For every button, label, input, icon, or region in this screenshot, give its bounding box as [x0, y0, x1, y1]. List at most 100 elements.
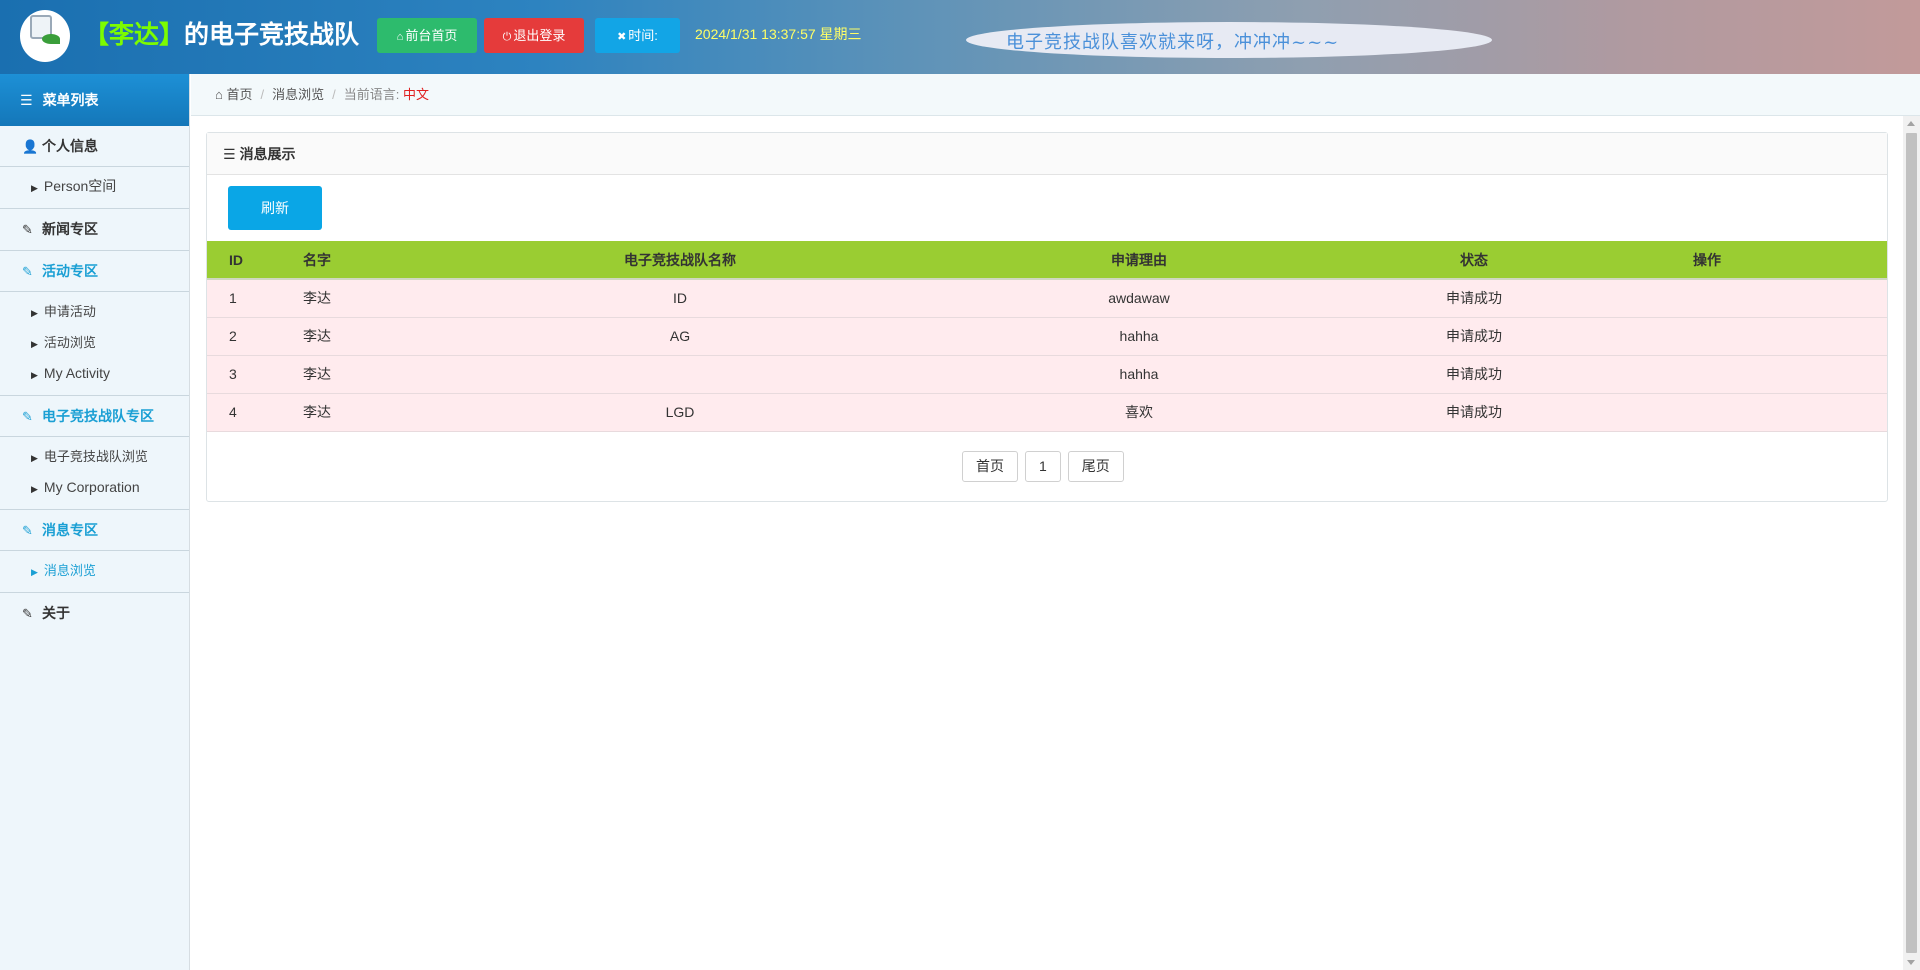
table-row: 3 李达 hahha 申请成功: [207, 355, 1887, 394]
sidebar-subitem-label: 电子竞技战队浏览: [43, 449, 148, 464]
title-bracket-open: 【: [84, 20, 110, 49]
breadcrumb-home[interactable]: ⌂ 首页: [215, 87, 253, 102]
cell-status: 申请成功: [1421, 355, 1527, 394]
caret-right-icon: ▶: [31, 567, 38, 577]
cell-team: LGD: [503, 393, 857, 432]
sidebar-subitem-label: My Activity: [43, 365, 111, 381]
sidebar-item-team[interactable]: ✎ 电子竞技战队专区: [0, 396, 189, 437]
sidebar-item-news[interactable]: ✎ 新闻专区: [0, 209, 189, 250]
pager-page-button[interactable]: 1: [1025, 451, 1061, 482]
sub-list: ▶ 电子竞技战队浏览 ▶ My Corporation: [0, 437, 189, 509]
cell-name: 李达: [299, 355, 503, 394]
refresh-button[interactable]: 刷新: [228, 186, 322, 230]
sidebar-section-activity: ✎ 活动专区 ▶ 申请活动 ▶ 活动浏览 ▶ My Activity: [0, 251, 189, 396]
sidebar-section-profile: 👤 个人信息 ▶ Person空间: [0, 126, 189, 209]
sidebar-item-label: 关于: [42, 605, 70, 621]
breadcrumb-separator: /: [260, 87, 265, 102]
time-button[interactable]: ✖ 时间:: [595, 18, 680, 53]
sidebar-item-label: 电子竞技战队专区: [42, 408, 154, 424]
cell-name: 李达: [299, 393, 503, 432]
column-header-status: 状态: [1421, 241, 1527, 280]
edit-icon: ✎: [22, 606, 33, 621]
sidebar-subitem-my-activity[interactable]: ▶ My Activity: [0, 358, 189, 389]
edit-icon: ✎: [22, 222, 33, 237]
user-icon: 👤: [22, 139, 39, 154]
sidebar-item-activity[interactable]: ✎ 活动专区: [0, 251, 189, 292]
scroll-down-icon[interactable]: [1907, 960, 1915, 965]
sidebar-subitem-browse-message[interactable]: ▶ 消息浏览: [0, 555, 189, 586]
cell-operation: [1527, 317, 1887, 356]
message-table: ID 名字 电子竞技战队名称 申请理由 状态 操作 1 李达 ID awdawa…: [207, 241, 1887, 432]
cell-team: [503, 355, 857, 394]
sidebar-subitem-apply-activity[interactable]: ▶ 申请活动: [0, 296, 189, 327]
site-logo: [20, 10, 70, 62]
language-value: 中文: [403, 87, 430, 102]
cell-status: 申请成功: [1421, 393, 1527, 432]
breadcrumb-current[interactable]: 消息浏览: [272, 87, 324, 102]
scrollbar-thumb[interactable]: [1906, 133, 1917, 953]
sidebar-subitem-label: Person空间: [43, 178, 117, 194]
cell-operation: [1527, 355, 1887, 394]
panel-title-text: 消息展示: [239, 146, 296, 162]
panel-title: ☰ 消息展示: [207, 133, 1887, 175]
home-button[interactable]: ⌂ 前台首页: [377, 18, 477, 53]
sidebar-subitem-label: 申请活动: [43, 304, 96, 319]
vertical-scrollbar[interactable]: [1903, 116, 1920, 970]
cell-id: 2: [207, 317, 299, 356]
pager-first-button[interactable]: 首页: [962, 451, 1018, 482]
cell-name: 李达: [299, 279, 503, 318]
pager-last-button[interactable]: 尾页: [1067, 451, 1124, 482]
sidebar-subitem-label: 消息浏览: [43, 563, 96, 578]
sidebar-item-label: 个人信息: [42, 138, 98, 154]
sidebar-section-news: ✎ 新闻专区: [0, 209, 189, 251]
power-icon: ⏻: [502, 31, 512, 43]
sidebar-subitem-label: 活动浏览: [43, 335, 96, 350]
sidebar-item-label: 新闻专区: [42, 221, 98, 237]
cell-reason: hahha: [857, 355, 1421, 394]
title-bracket-close: 】: [159, 20, 185, 49]
caret-right-icon: ▶: [31, 453, 38, 463]
sidebar-subitem-my-corporation[interactable]: ▶ My Corporation: [0, 472, 189, 503]
sub-list: ▶ 申请活动 ▶ 活动浏览 ▶ My Activity: [0, 292, 189, 395]
close-icon: ✖: [617, 31, 627, 43]
column-header-name: 名字: [299, 241, 503, 280]
logout-button[interactable]: ⏻ 退出登录: [484, 18, 584, 53]
marquee-text: 电子竞技战队喜欢就来呀，冲冲冲~~~: [1006, 32, 1340, 53]
breadcrumb-separator: /: [332, 87, 336, 102]
sidebar-item-about[interactable]: ✎ 关于: [0, 593, 189, 634]
edit-icon: ✎: [22, 264, 33, 279]
sidebar-item-profile[interactable]: 👤 个人信息: [0, 126, 189, 167]
scroll-up-icon[interactable]: [1907, 121, 1915, 126]
cell-team: ID: [503, 279, 857, 318]
menu-title: 菜单列表: [42, 92, 99, 108]
table-row: 4 李达 LGD 喜欢 申请成功: [207, 393, 1887, 432]
home-button-label: 前台首页: [405, 28, 458, 43]
home-icon: ⌂: [215, 87, 223, 102]
caret-right-icon: ▶: [31, 308, 38, 318]
caret-right-icon: ▶: [31, 484, 38, 494]
sidebar-subitem-browse-activity[interactable]: ▶ 活动浏览: [0, 327, 189, 358]
sidebar-item-message[interactable]: ✎ 消息专区: [0, 510, 189, 551]
table-header-row: ID 名字 电子竞技战队名称 申请理由 状态 操作: [207, 241, 1887, 280]
leaf-icon: [42, 34, 60, 44]
caret-right-icon: ▶: [31, 370, 38, 380]
list-icon: ☰: [20, 92, 33, 108]
edit-icon: ✎: [22, 409, 33, 424]
sidebar-section-about: ✎ 关于: [0, 593, 189, 634]
current-datetime: 2024/1/31 13:37:57 星期三: [695, 26, 862, 42]
marquee-banner: 电子竞技战队喜欢就来呀，冲冲冲~~~: [966, 22, 1492, 58]
cell-id: 3: [207, 355, 299, 394]
sidebar-item-label: 活动专区: [42, 263, 98, 279]
logout-button-label: 退出登录: [513, 28, 566, 43]
top-header: 【李达】的电子竞技战队 ⌂ 前台首页 ⏻ 退出登录 ✖ 时间: 2024/1/31 1…: [0, 0, 1920, 74]
site-title: 【李达】的电子竞技战队: [84, 17, 359, 53]
column-header-team: 电子竞技战队名称: [503, 241, 857, 280]
sidebar-section-team: ✎ 电子竞技战队专区 ▶ 电子竞技战队浏览 ▶ My Corporation: [0, 396, 189, 510]
sidebar-subitem-browse-team[interactable]: ▶ 电子竞技战队浏览: [0, 441, 189, 472]
column-header-id: ID: [207, 241, 299, 280]
cell-status: 申请成功: [1421, 317, 1527, 356]
sidebar-subitem-person-space[interactable]: ▶ Person空间: [0, 171, 189, 202]
sidebar-section-message: ✎ 消息专区 ▶ 消息浏览: [0, 510, 189, 593]
sidebar-item-label: 消息专区: [42, 522, 98, 538]
table-row: 1 李达 ID awdawaw 申请成功: [207, 279, 1887, 318]
